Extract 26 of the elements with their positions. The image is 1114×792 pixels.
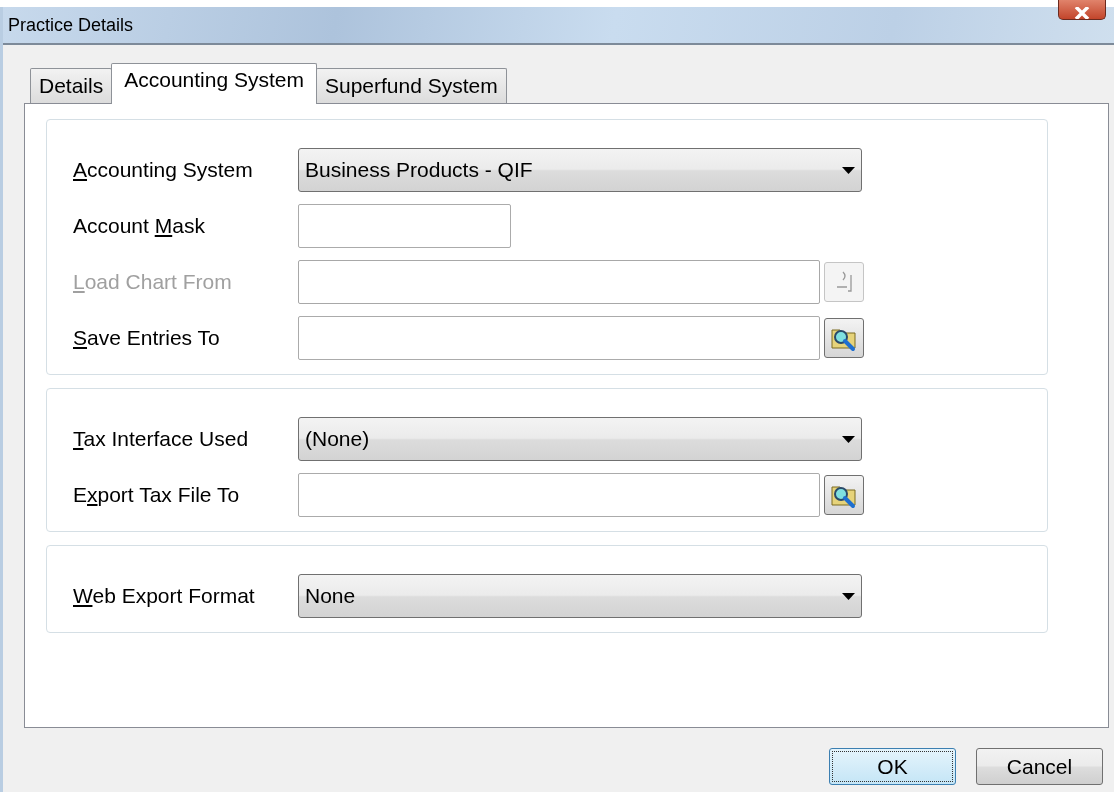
caret-icon bbox=[842, 166, 855, 174]
tab[interactable]: Details bbox=[30, 68, 113, 103]
input-field[interactable] bbox=[298, 204, 511, 248]
dialog-button[interactable]: OK bbox=[829, 748, 956, 785]
caret-icon bbox=[842, 592, 855, 600]
close-button[interactable] bbox=[1058, 0, 1106, 20]
dropdown[interactable]: (None) bbox=[298, 417, 862, 461]
field-label: Load Chart From bbox=[73, 269, 233, 296]
dropdown[interactable]: Business Products - QIF bbox=[298, 148, 862, 192]
tab[interactable]: Superfund System bbox=[315, 68, 507, 103]
field-label: Tax Interface Used bbox=[73, 426, 250, 453]
browse-button[interactable] bbox=[824, 318, 864, 358]
tab[interactable]: Accounting System bbox=[111, 63, 317, 104]
field-label: Account Mask bbox=[73, 213, 206, 240]
field-label: Export Tax File To bbox=[73, 482, 241, 509]
browse-button[interactable] bbox=[824, 475, 864, 515]
input-field[interactable] bbox=[298, 316, 820, 360]
close-icon bbox=[1073, 7, 1091, 19]
field-label: Web Export Format bbox=[73, 583, 256, 610]
field-label: Accounting System bbox=[73, 157, 254, 184]
dropdown[interactable]: None bbox=[298, 574, 862, 618]
input-field[interactable] bbox=[298, 473, 820, 517]
caret-icon bbox=[842, 435, 855, 443]
dialog-button[interactable]: Cancel bbox=[976, 748, 1103, 785]
field-label: Save Entries To bbox=[73, 325, 221, 352]
window-title: Practice Details bbox=[8, 13, 134, 37]
